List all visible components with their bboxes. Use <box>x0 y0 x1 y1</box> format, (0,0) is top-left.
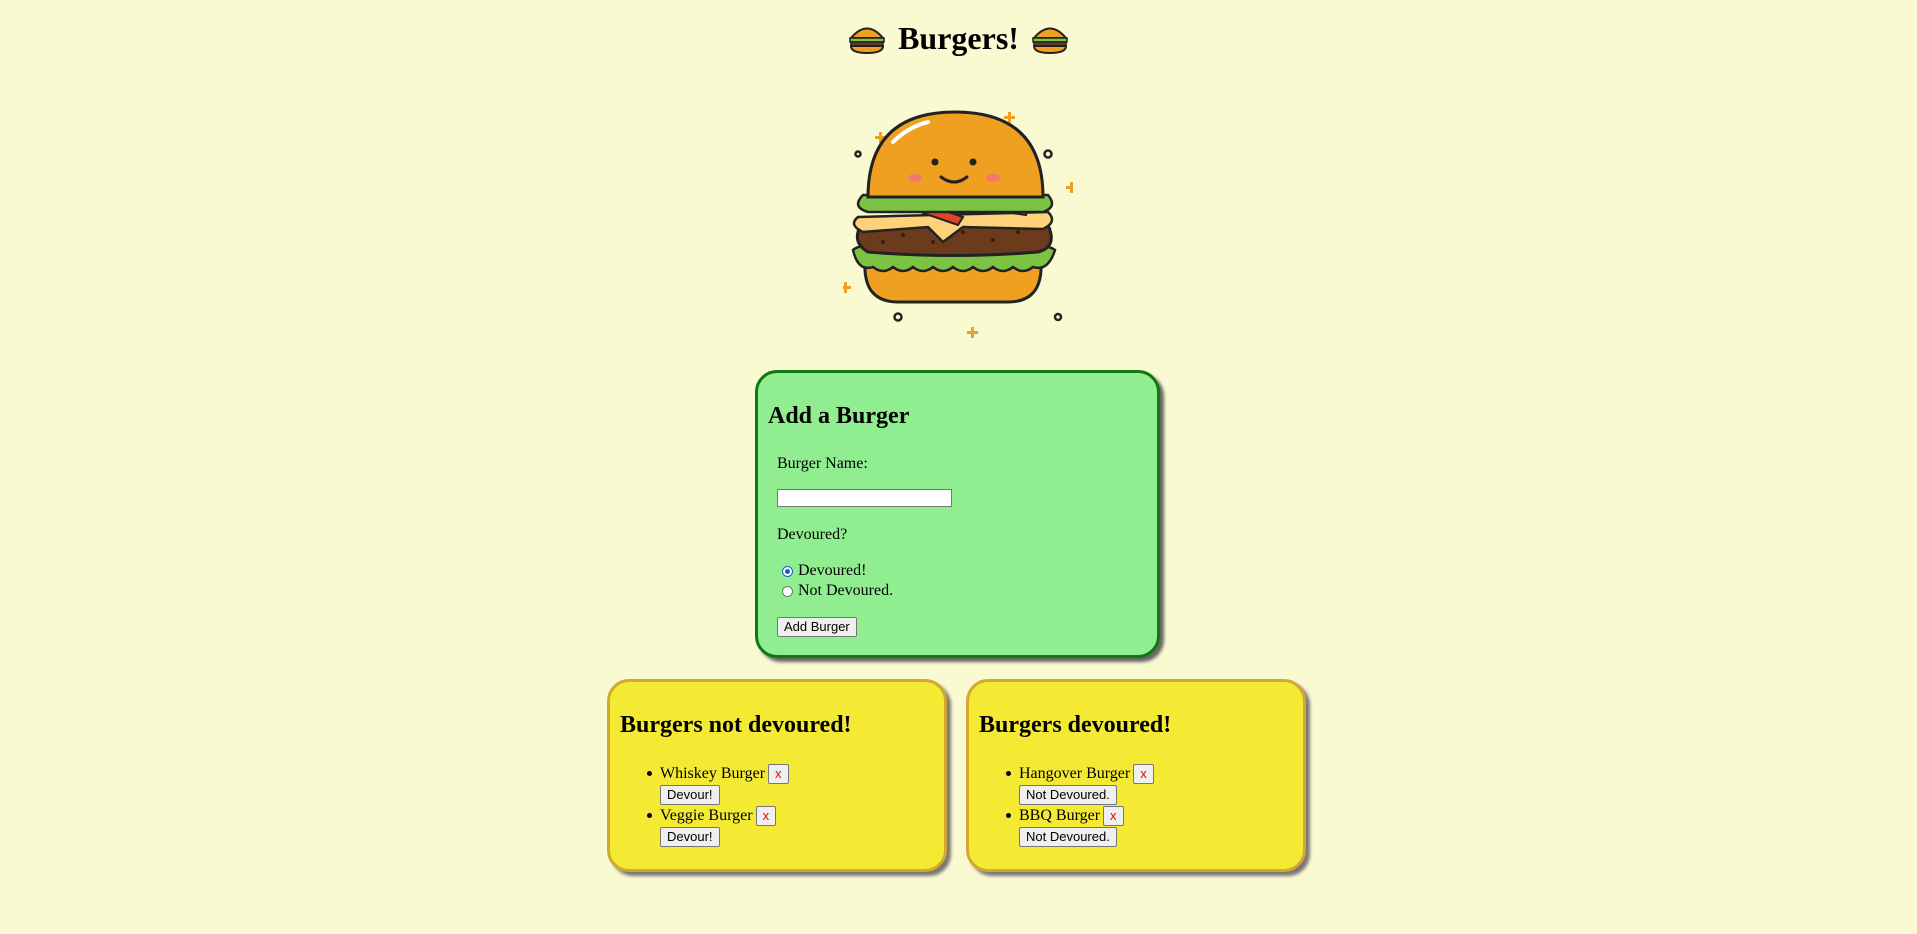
radio-not-devoured-label: Not Devoured. <box>798 582 894 599</box>
page-title: Burgers! <box>898 20 1019 56</box>
delete-button[interactable]: x <box>1133 764 1154 784</box>
devour-button[interactable]: Devour! <box>660 785 720 805</box>
devoured-card: Burgers devoured! Hangover Burger x Not … <box>966 679 1306 872</box>
delete-button[interactable]: x <box>755 806 777 826</box>
add-burger-card: Add a Burger Burger Name: Devoured? Devo… <box>755 370 1160 658</box>
add-burger-button[interactable]: Add Burger <box>777 617 857 637</box>
add-burger-heading: Add a Burger <box>768 403 910 429</box>
radio-not-devoured-option[interactable]: Not Devoured. <box>782 582 893 600</box>
radio-devoured-label: Devoured! <box>798 562 867 579</box>
list-item: Whiskey Burger x Devour! <box>647 764 789 806</box>
not-devoured-card: Burgers not devoured! Whiskey Burger x D… <box>607 679 947 872</box>
devoured-list: Hangover Burger x Not Devoured. BBQ Burg… <box>1006 764 1154 848</box>
devoured-label: Devoured? <box>777 526 848 543</box>
burger-name: Hangover Burger <box>1019 765 1131 782</box>
smiling-burger-illustration <box>843 110 1073 338</box>
devoured-heading: Burgers devoured! <box>979 712 1172 738</box>
devour-button[interactable]: Devour! <box>660 827 720 847</box>
radio-devoured[interactable] <box>782 565 793 577</box>
list-item: Veggie Burger x Devour! <box>647 806 789 848</box>
not-devoured-button[interactable]: Not Devoured. <box>1019 827 1117 847</box>
burger-name-input[interactable] <box>777 489 952 507</box>
not-devoured-list: Whiskey Burger x Devour! Veggie Burger x… <box>647 764 789 848</box>
radio-not-devoured[interactable] <box>782 585 793 597</box>
burger-name: BBQ Burger <box>1019 807 1101 824</box>
delete-button[interactable]: x <box>1103 806 1124 826</box>
radio-devoured-option[interactable]: Devoured! <box>782 562 866 580</box>
burger-name-label: Burger Name: <box>777 455 868 472</box>
delete-button[interactable]: x <box>768 764 789 784</box>
not-devoured-button[interactable]: Not Devoured. <box>1019 785 1117 805</box>
not-devoured-heading: Burgers not devoured! <box>620 712 852 738</box>
list-item: Hangover Burger x Not Devoured. <box>1006 764 1154 806</box>
burger-name: Veggie Burger <box>660 807 753 824</box>
list-item: BBQ Burger x Not Devoured. <box>1006 806 1154 848</box>
page-header: Burgers! <box>0 20 1917 57</box>
burger-name: Whiskey Burger <box>660 765 766 782</box>
burger-icon <box>1031 27 1069 54</box>
burger-icon <box>848 27 886 54</box>
